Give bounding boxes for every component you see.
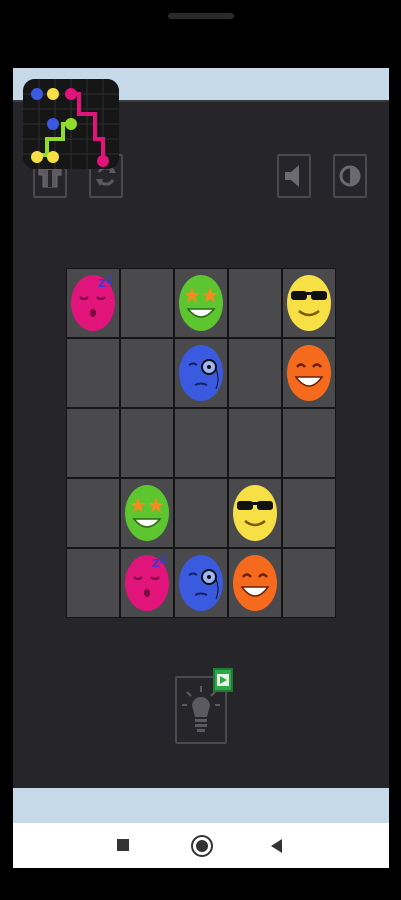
monocle-face-icon: [179, 345, 223, 401]
board-cell[interactable]: [67, 339, 119, 407]
star-eyes-emoji-piece[interactable]: [124, 483, 170, 547]
svg-text:Z: Z: [106, 276, 113, 286]
board-cell[interactable]: [121, 269, 173, 337]
grin-face-icon: [287, 345, 331, 401]
square-icon[interactable]: [117, 839, 129, 851]
sleeping-face-icon: ZZ: [71, 275, 115, 331]
board-cell[interactable]: [229, 339, 281, 407]
navigation-bar: [13, 823, 389, 868]
phone-frame: ZZZZ: [0, 0, 401, 900]
star-eyes-emoji-piece[interactable]: [178, 273, 224, 337]
sleeping-emoji-piece[interactable]: ZZ: [70, 273, 116, 337]
board-cell[interactable]: [175, 479, 227, 547]
grin-emoji-piece[interactable]: [286, 343, 332, 407]
screen: ZZZZ: [13, 68, 389, 868]
svg-text:Z: Z: [152, 557, 160, 570]
sunglasses-emoji-piece[interactable]: [232, 483, 278, 547]
contrast-icon: [339, 165, 361, 187]
sleeping-face-icon: ZZ: [125, 555, 169, 611]
board-cell[interactable]: [229, 409, 281, 477]
monocle-emoji-piece[interactable]: [178, 553, 224, 617]
game-area: ZZZZ: [13, 100, 389, 788]
circle-icon[interactable]: [193, 837, 211, 855]
sleeping-emoji-piece[interactable]: ZZ: [124, 553, 170, 617]
speaker-icon: [285, 165, 299, 187]
board-cell[interactable]: [229, 269, 281, 337]
board-cell[interactable]: [121, 409, 173, 477]
svg-text:Z: Z: [98, 277, 106, 290]
grin-face-icon: [233, 555, 277, 611]
board-cell[interactable]: [283, 479, 335, 547]
board-cell[interactable]: [67, 479, 119, 547]
level-preview-icon: [23, 79, 119, 169]
triangle-back-icon[interactable]: [271, 839, 283, 853]
board-cell[interactable]: [283, 549, 335, 617]
level-thumbnail[interactable]: [23, 79, 119, 169]
board-cell[interactable]: [121, 339, 173, 407]
board-cell[interactable]: [67, 409, 119, 477]
board-cell[interactable]: [67, 549, 119, 617]
monocle-emoji-piece[interactable]: [178, 343, 224, 407]
star-eyes-face-icon: [125, 485, 169, 541]
phone-speaker: [168, 13, 234, 19]
star-eyes-face-icon: [179, 275, 223, 331]
bottom-strip: [13, 788, 389, 823]
svg-text:Z: Z: [160, 556, 167, 566]
sound-button[interactable]: [277, 154, 311, 198]
theme-button[interactable]: [333, 154, 367, 198]
board-cell[interactable]: [175, 409, 227, 477]
board-cell[interactable]: [283, 409, 335, 477]
game-board: ZZZZ: [66, 268, 336, 618]
monocle-face-icon: [179, 555, 223, 611]
sunglasses-face-icon: [233, 485, 277, 541]
video-play-icon: [217, 674, 229, 686]
sunglasses-face-icon: [287, 275, 331, 331]
video-badge[interactable]: [213, 668, 233, 692]
sunglasses-emoji-piece[interactable]: [286, 273, 332, 337]
grin-emoji-piece[interactable]: [232, 553, 278, 617]
